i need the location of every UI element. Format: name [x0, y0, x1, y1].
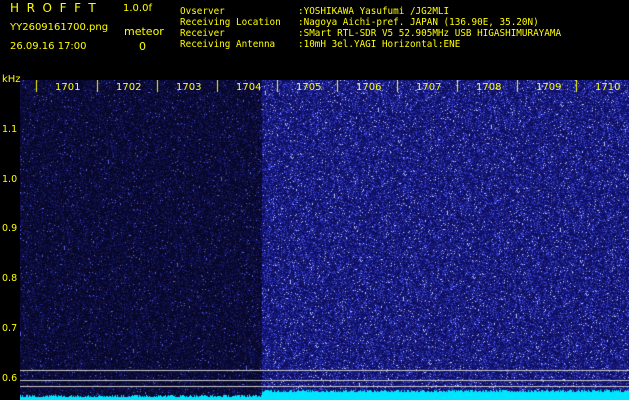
x-tick: 1704: [236, 82, 262, 93]
x-tick: 1701: [55, 82, 81, 93]
x-tick: 1709: [536, 82, 562, 93]
info-location: Receiving Location :Nagoya Aichi-pref. JA…: [180, 17, 539, 29]
y-tick: 1.1: [2, 124, 18, 135]
info-value: :SMart RTL-SDR V5 52.905MHz USB HIGASHIM…: [298, 28, 562, 39]
info-observer: Ovserver :YOSHIKAWA Yasufumi /JG2MLI: [180, 6, 450, 18]
app-title: HROFFT: [10, 1, 104, 15]
hrofft-window: HROFFT 1.0.0f YY2609161700.png meteor 26…: [0, 0, 629, 400]
x-tick: 1710: [595, 82, 621, 93]
x-tick: 1708: [476, 82, 502, 93]
file-name: YY2609161700.png: [10, 22, 109, 33]
x-tick: 1702: [116, 82, 142, 93]
y-tick: 0.6: [2, 373, 18, 384]
app-version: 1.0.0f: [123, 3, 152, 14]
info-antenna: Receiving Antenna :10mH 3el.YAGI Horizont…: [180, 39, 461, 51]
y-tick: 0.9: [2, 223, 18, 234]
y-axis-unit: kHz: [2, 74, 21, 85]
info-key: Receiving Antenna: [180, 39, 276, 50]
meteor-label: meteor: [124, 25, 164, 38]
info-receiver: Receiver :SMart RTL-SDR V5 52.905MHz USB …: [180, 28, 562, 40]
y-tick: 0.8: [2, 273, 18, 284]
y-tick: 0.7: [2, 323, 18, 334]
meteor-count: 0: [139, 40, 146, 53]
x-tick: 1703: [176, 82, 202, 93]
info-value: :10mH 3el.YAGI Horizontal:ENE: [298, 39, 461, 50]
info-key: Ovserver: [180, 6, 225, 17]
x-tick: 1705: [296, 82, 322, 93]
info-key: Receiver: [180, 28, 225, 39]
x-tick: 1706: [356, 82, 382, 93]
timestamp: 26.09.16 17:00: [10, 41, 87, 52]
info-value: :YOSHIKAWA Yasufumi /JG2MLI: [298, 6, 450, 17]
y-tick: 1.0: [2, 174, 18, 185]
spectrogram: [20, 80, 629, 400]
x-tick: 1707: [416, 82, 442, 93]
info-value: :Nagoya Aichi-pref. JAPAN (136.90E, 35.2…: [298, 17, 539, 28]
info-key: Receiving Location: [180, 17, 281, 28]
